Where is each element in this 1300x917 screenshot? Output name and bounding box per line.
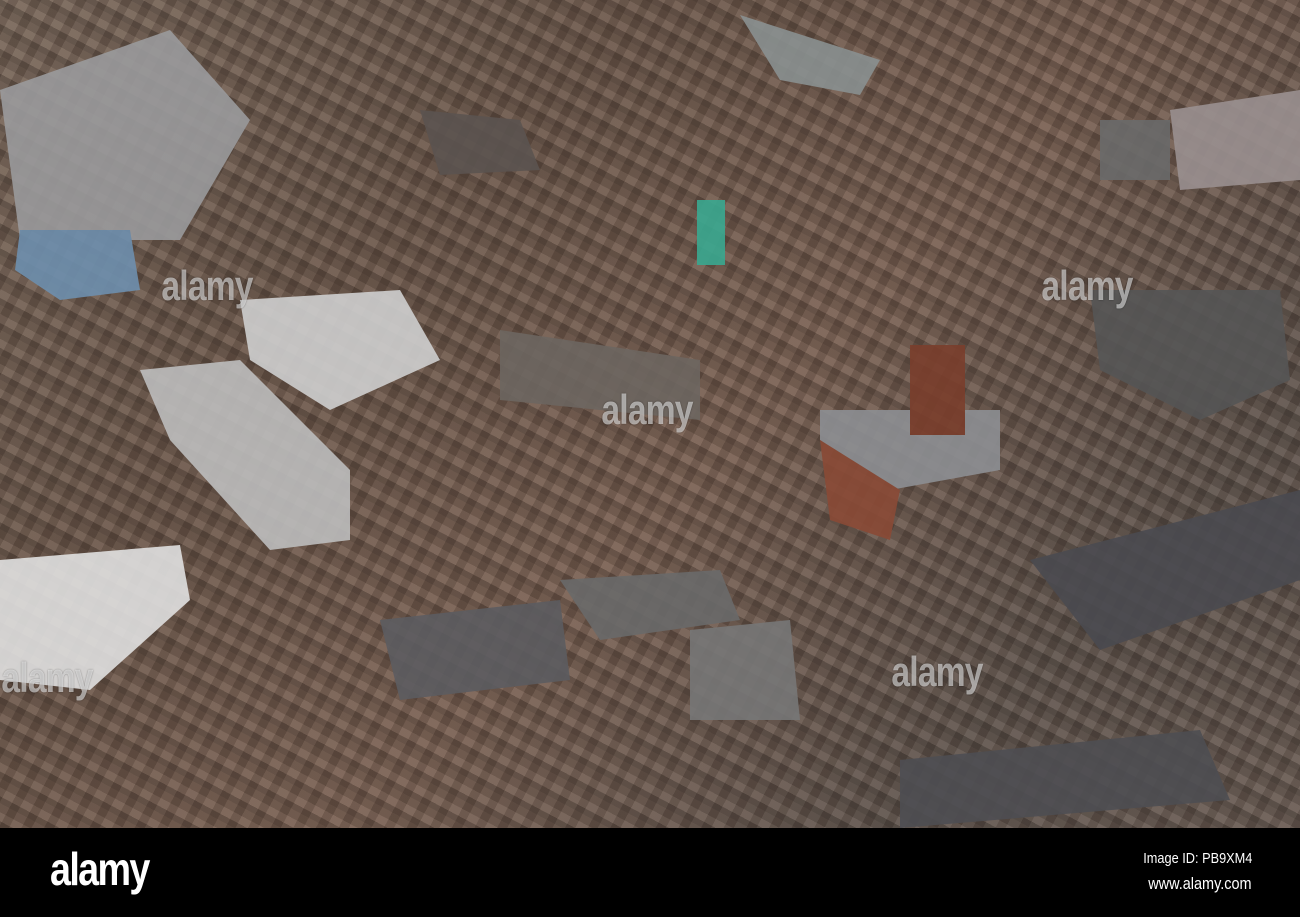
- website-url: www.alamy.com: [1148, 874, 1252, 893]
- white-flat-roof: [0, 545, 190, 690]
- long-slate-roof: [1030, 490, 1300, 650]
- flat-roof-mid: [690, 620, 800, 720]
- roof-cluster-centre: [500, 330, 700, 420]
- alamy-logo: alamy: [50, 843, 150, 895]
- slate-roof-bottom: [900, 730, 1230, 828]
- image-id: Image ID: PB9XM4: [1142, 850, 1252, 867]
- scaffold-green: [697, 200, 725, 265]
- flat-roof-shopping-centre: [0, 30, 250, 240]
- rooftops-illustration: [0, 15, 1300, 828]
- dark-slate-roof: [1090, 290, 1290, 420]
- flat-roof-right: [1170, 90, 1300, 190]
- aerial-photo: alamy alamy alamy alamy alamy: [0, 0, 1300, 828]
- slate-roof-cluster: [380, 600, 570, 700]
- clock-tower: [910, 345, 965, 435]
- footer-bar: alamy Image ID: PB9XM4 www.alamy.com: [0, 828, 1300, 917]
- roof-cluster-top: [420, 110, 540, 175]
- car-park: [1100, 120, 1170, 180]
- glass-roof: [15, 230, 140, 300]
- grey-roof: [740, 15, 880, 95]
